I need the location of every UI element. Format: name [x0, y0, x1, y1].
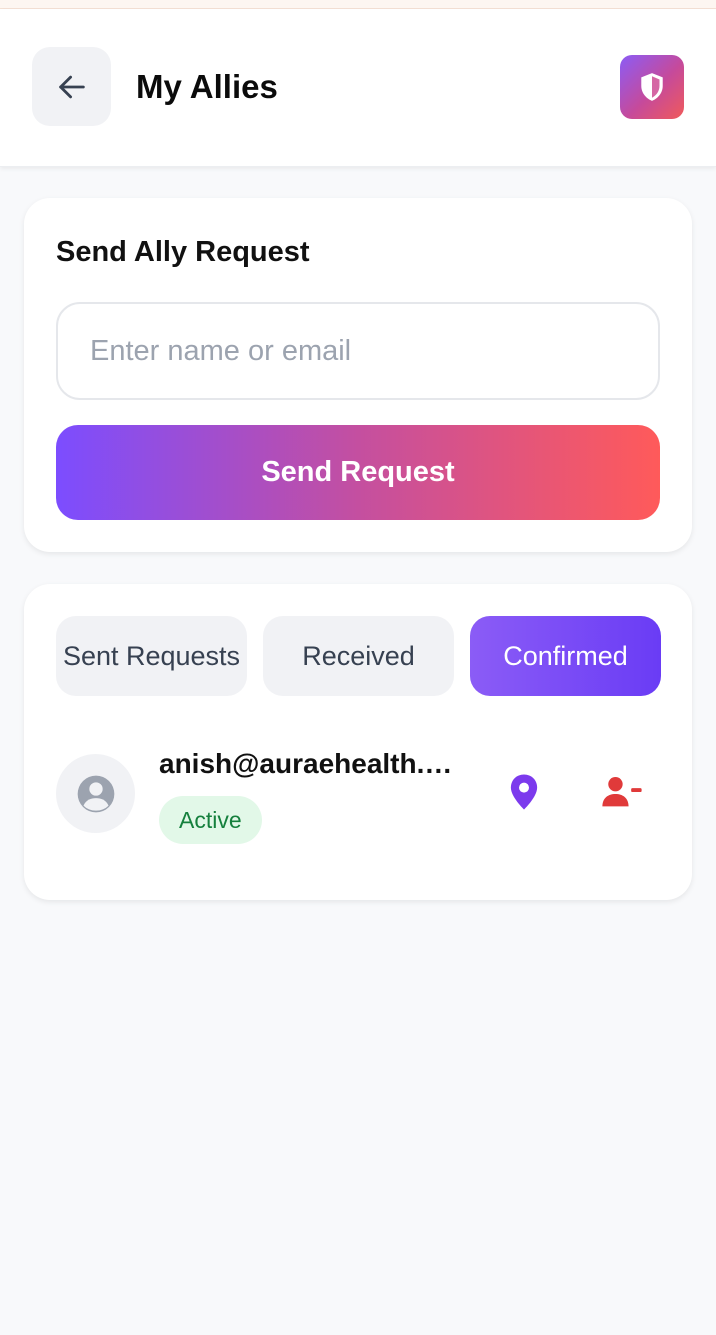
app-header: My Allies	[0, 9, 716, 167]
shield-badge[interactable]	[620, 55, 684, 119]
remove-user-icon	[602, 776, 642, 807]
allies-list-card: Sent Requests Received Confirmed anish@a…	[24, 584, 692, 900]
tab-received[interactable]: Received	[263, 616, 454, 696]
send-request-card: Send Ally Request Send Request	[24, 198, 692, 552]
remove-ally-button[interactable]	[594, 768, 650, 816]
status-strip	[0, 0, 716, 9]
name-or-email-input[interactable]	[56, 302, 660, 400]
arrow-left-icon	[58, 75, 85, 98]
send-request-button[interactable]: Send Request	[56, 425, 660, 520]
tab-sent-requests[interactable]: Sent Requests	[56, 616, 247, 696]
ally-email: anish@auraehealth.…	[159, 748, 453, 779]
send-request-title: Send Ally Request	[56, 236, 310, 268]
avatar	[56, 754, 135, 833]
shield-icon	[641, 73, 663, 101]
page-title: My Allies	[136, 68, 278, 105]
tab-confirmed[interactable]: Confirmed	[470, 616, 661, 696]
location-pin-icon	[510, 774, 538, 810]
view-location-button[interactable]	[500, 768, 548, 816]
user-icon	[77, 775, 114, 812]
status-badge: Active	[159, 796, 262, 844]
back-button[interactable]	[32, 47, 111, 126]
